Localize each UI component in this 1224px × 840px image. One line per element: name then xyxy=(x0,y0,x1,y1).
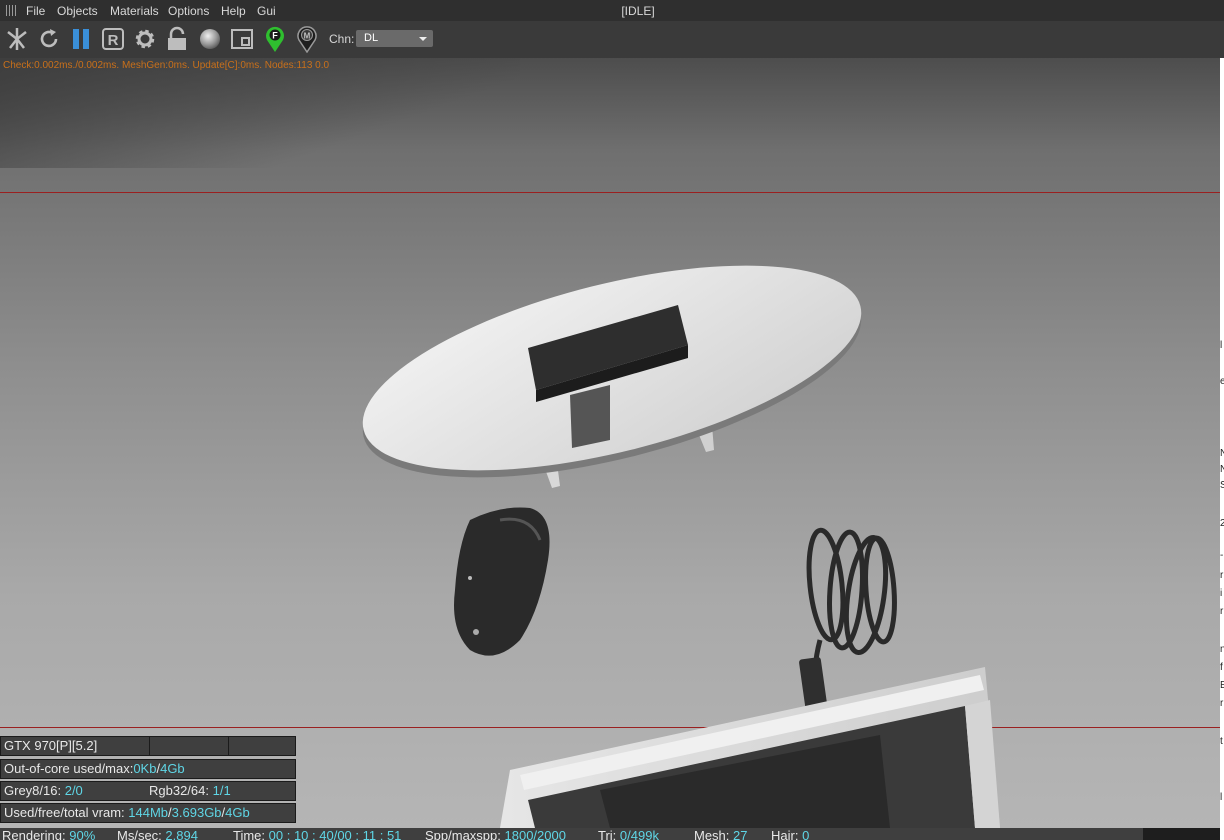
packaging-box xyxy=(500,667,1000,828)
mesh-label: Mesh: xyxy=(694,828,730,840)
disc-stand xyxy=(362,265,862,488)
restart-icon[interactable] xyxy=(35,25,63,53)
edge-char: n xyxy=(1220,644,1224,655)
rgb-label: Rgb32/64: xyxy=(149,783,209,798)
out-of-core-used: 0Kb xyxy=(133,761,157,776)
spp-status: Spp/maxspp: 1800/2000 xyxy=(425,828,566,840)
ms-label: Ms/sec: xyxy=(117,828,162,840)
ms-status: Ms/sec: 2.894 xyxy=(117,828,198,840)
time-status: Time: 00 : 10 : 40/00 : 11 : 51 xyxy=(233,828,401,840)
edge-char: E xyxy=(1220,680,1224,691)
lock-icon[interactable] xyxy=(163,25,191,53)
gpu-row: GTX 970[P][5.2] xyxy=(0,736,296,756)
time-value: 00 : 10 : 40/00 : 11 : 51 xyxy=(268,828,402,840)
region-render-icon[interactable]: R xyxy=(99,25,127,53)
grey-label: Grey8/16: xyxy=(4,783,62,798)
textures-row: Grey8/16: 2/0 Rgb32/64: 1/1 xyxy=(0,781,296,801)
rgb-text: Rgb32/64: 1/1 xyxy=(149,782,231,800)
channel-label: Chn: xyxy=(329,32,355,46)
edge-char: S xyxy=(1220,480,1224,491)
vram-used: 144Mb xyxy=(128,805,169,820)
menu-bar: File Objects Materials Options Help Gui … xyxy=(0,0,1224,21)
vram-total: 4Gb xyxy=(225,805,250,820)
window-title: [IDLE] xyxy=(621,4,655,18)
hair-label: Hair: xyxy=(771,828,799,840)
edge-char: t xyxy=(1220,736,1223,747)
vram-label: Used/free/total vram: xyxy=(4,805,125,820)
edge-char: e xyxy=(1220,376,1224,387)
time-label: Time: xyxy=(233,828,266,840)
toolbar: R F M Chn: DL xyxy=(0,21,1224,59)
edge-char: l xyxy=(1220,340,1223,351)
gpu-cell-divider xyxy=(149,737,150,755)
edge-char: r xyxy=(1220,570,1224,581)
focus-badge: F xyxy=(272,31,278,41)
tri-value: 0/499k xyxy=(619,828,659,840)
rgb-value: 1/1 xyxy=(212,783,231,798)
rendered-scene xyxy=(362,265,1000,828)
edge-char: r xyxy=(1220,698,1224,709)
grey-value: 2/0 xyxy=(64,783,83,798)
focus-pick-icon[interactable]: F xyxy=(261,25,289,53)
tri-label: Tri: xyxy=(598,828,617,840)
material-pick-icon[interactable]: M xyxy=(293,25,321,53)
side-panel-edge: l e N N S 2 - r i r n f E r t l xyxy=(1220,58,1224,840)
mesh-status: Mesh: 27 xyxy=(694,828,748,840)
svg-text:R: R xyxy=(108,32,119,49)
rendering-status: Rendering: 90% xyxy=(2,828,95,840)
edge-char: - xyxy=(1220,550,1224,561)
grey-text: Grey8/16: 2/0 xyxy=(4,782,83,800)
rendering-value: 90% xyxy=(69,828,96,840)
settings-icon[interactable] xyxy=(131,25,159,53)
rendering-label: Rendering: xyxy=(2,828,66,840)
vram-free: 3.693Gb xyxy=(171,805,222,820)
spp-label: Spp/maxspp: xyxy=(425,828,501,840)
spp-value: 1800/2000 xyxy=(504,828,566,840)
edge-char: N xyxy=(1220,464,1224,475)
material-badge: M xyxy=(304,32,311,41)
edge-char: r xyxy=(1220,606,1224,617)
status-bar: Rendering: 90% Ms/sec: 2.894 Time: 00 : … xyxy=(0,828,1143,840)
tri-status: Tri: 0/499k xyxy=(598,828,659,840)
vram-row: Used/free/total vram: 144Mb/3.693Gb/4Gb xyxy=(0,803,296,823)
send-scene-icon[interactable] xyxy=(3,25,31,53)
chevron-down-icon xyxy=(419,37,427,41)
edge-char: l xyxy=(1220,792,1223,803)
pendant-device xyxy=(454,507,550,656)
edge-char: i xyxy=(1220,588,1223,599)
out-of-core-text: Out-of-core used/max:0Kb/4Gb xyxy=(4,761,185,776)
render-viewport[interactable]: Check:0.002ms./0.002ms. MeshGen:0ms. Upd… xyxy=(0,58,1220,828)
hair-status: Hair: 0 xyxy=(771,828,809,840)
pause-icon[interactable] xyxy=(67,25,95,53)
channel-select[interactable]: DL xyxy=(356,30,433,47)
out-of-core-row: Out-of-core used/max:0Kb/4Gb xyxy=(0,759,296,779)
vram-text: Used/free/total vram: 144Mb/3.693Gb/4Gb xyxy=(4,805,250,820)
edge-char: N xyxy=(1220,448,1224,459)
edge-char: f xyxy=(1220,662,1223,673)
mesh-value: 27 xyxy=(733,828,748,840)
out-of-core-label: Out-of-core used/max: xyxy=(4,761,134,776)
material-sphere-icon[interactable] xyxy=(196,25,224,53)
gpu-name: GTX 970[P][5.2] xyxy=(4,738,98,753)
edge-char: 2 xyxy=(1220,518,1224,529)
out-of-core-max: 4Gb xyxy=(160,761,185,776)
ms-value: 2.894 xyxy=(165,828,198,840)
gpu-cell-divider xyxy=(228,737,229,755)
channel-value: DL xyxy=(364,32,379,44)
viewport-icon[interactable] xyxy=(228,25,256,53)
hair-value: 0 xyxy=(802,828,810,840)
